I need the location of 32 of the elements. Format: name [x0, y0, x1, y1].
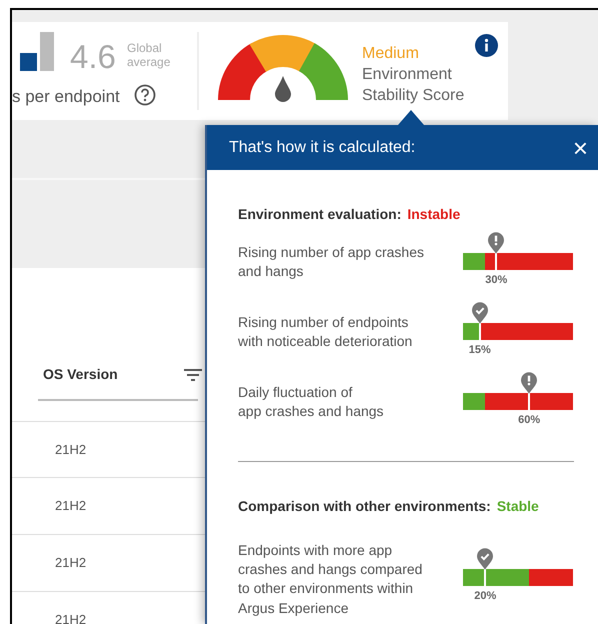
table-cell-text: 21H2 — [55, 497, 86, 516]
bar-chart-icon — [20, 32, 54, 71]
factor-label: Daily fluctuation of app crashes and hangs — [238, 383, 385, 422]
table-cell-text: 21H2 — [55, 554, 86, 572]
section-verdict: Instable — [407, 206, 460, 222]
table-cell-text: 21H2 — [55, 440, 86, 459]
stability-rating: Medium — [362, 44, 420, 64]
average-value: 4.6 — [70, 40, 116, 73]
filter-icon[interactable] — [184, 368, 202, 382]
section-verdict: Stable — [496, 498, 539, 514]
factor-label: Rising number of endpoints with noticeable deterioration — [238, 313, 414, 352]
factor-label: Rising number of app crashes and hangs — [238, 243, 425, 282]
stability-label: Environment Stability Score — [362, 64, 466, 106]
info-icon[interactable] — [475, 34, 498, 57]
section-title: Environment evaluation: — [238, 206, 402, 222]
close-button[interactable]: × — [572, 134, 588, 160]
score-reading: 30% — [485, 273, 508, 288]
help-icon[interactable] — [134, 84, 156, 106]
score-reading: 20% — [474, 589, 496, 604]
column-header: OS Version — [43, 365, 118, 384]
table-cell-text: 21H2 — [55, 611, 86, 624]
score-reading: 60% — [518, 413, 540, 428]
score-reading: 15% — [468, 343, 491, 358]
section-title: Comparison with other environments: — [238, 498, 491, 514]
metric-label: s per endpoint — [12, 86, 120, 108]
alert-pin-icon — [488, 232, 504, 254]
popup-title: That's how it is calculated: — [229, 138, 416, 158]
alert-pin-icon — [521, 372, 538, 394]
factor-label: Endpoints with more app crashes and hangs compared to other environments within Argus Experience — [238, 541, 424, 618]
check-pin-icon — [477, 548, 494, 570]
check-pin-icon — [472, 302, 488, 324]
average-caption: Global average — [127, 42, 172, 70]
